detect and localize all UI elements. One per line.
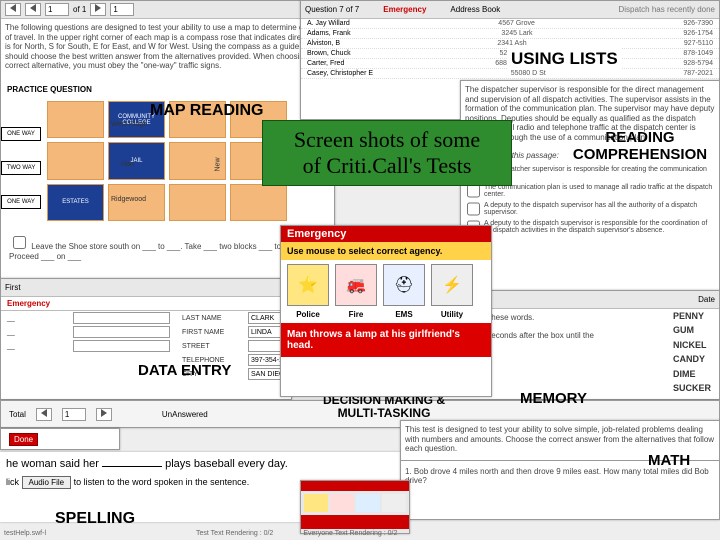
zoom-input[interactable] [110, 3, 134, 16]
entry-generic-label: __ [7, 315, 67, 322]
lists-header: Question 7 of 7 Emergency Address Book D… [301, 1, 719, 19]
agency-icons: ⭐ 🚒 ⛑ ⚡ [281, 260, 491, 310]
twoway-sign: TWO WAY [1, 161, 41, 175]
page-of: of 1 [73, 5, 86, 14]
data-entry-panel: First Emergency __ __ __ LAST NAME FIRST… [0, 278, 292, 400]
label-map-reading: MAP READING [150, 102, 264, 120]
last-name-label: LAST NAME [182, 315, 242, 322]
label-data-entry: DATA ENTRY [138, 362, 231, 379]
agency-labels: Police Fire EMS Utility [281, 310, 491, 323]
decision-panel: Emergency Use mouse to select correct ag… [280, 225, 492, 397]
police-label: Police [287, 310, 329, 319]
footer-page[interactable] [62, 408, 86, 421]
practice-label: PRACTICE QUESTION [1, 85, 334, 94]
page-input[interactable] [45, 3, 69, 16]
street-westridge: West Ridge [111, 121, 147, 128]
green-caption: Screen shots of some of Criti.Call's Tes… [262, 120, 512, 186]
math-panel: This test is designed to test your abili… [400, 420, 720, 520]
entry-toolbar: First [1, 279, 291, 297]
status-file3: Everyone Text Rendering : 0/2 [303, 530, 397, 540]
entry-field[interactable] [73, 340, 170, 352]
footer-prev[interactable] [36, 408, 52, 421]
lists-notice: Dispatch has recently done [619, 5, 716, 14]
next-button[interactable] [90, 3, 106, 16]
entry-generic-label: __ [7, 343, 67, 350]
street-label: STREET [182, 343, 242, 350]
first-button[interactable] [5, 3, 21, 16]
spelling-sentence: he woman said her plays baseball every d… [0, 452, 400, 476]
map-toolbar: of 1 [1, 1, 334, 19]
opt-check[interactable] [467, 184, 480, 198]
decision-scenario: Man throws a lamp at his girlfriend's he… [281, 323, 491, 357]
status-bar: testHelp.swf-l Test Text Rendering : 0/2… [0, 530, 720, 540]
prev-button[interactable] [25, 3, 41, 16]
utility-label: Utility [431, 310, 473, 319]
entry-generic-label: __ [7, 329, 67, 336]
oneway-sign-2: ONE WAY [1, 195, 41, 209]
reading-opt-4[interactable]: A deputy to the dispatch supervisor is r… [461, 218, 719, 236]
opt-check[interactable] [467, 202, 480, 216]
lists-addrbook: Address Book [450, 5, 500, 14]
green-line1: Screen shots of some [273, 127, 501, 153]
utility-icon[interactable]: ⚡ [431, 264, 473, 306]
audio-file-button[interactable]: Audio File [22, 476, 72, 489]
footer-total: Total [9, 410, 26, 419]
lists-question-hdr: Question 7 of 7 [305, 5, 359, 14]
map-estates: ESTATES [47, 184, 104, 221]
decision-emergency-title: Emergency [281, 226, 491, 242]
fire-label: Fire [335, 310, 377, 319]
map-intro-text: The following questions are designed to … [1, 19, 334, 85]
street-ridgewood: Ridgewood [111, 196, 146, 203]
label-math: MATH [648, 452, 690, 469]
label-using-lists: USING LISTS [507, 48, 622, 70]
fire-icon[interactable]: 🚒 [335, 264, 377, 306]
status-file1: testHelp.swf-l [4, 530, 46, 540]
label-memory: MEMORY [520, 390, 587, 407]
ems-icon[interactable]: ⛑ [383, 264, 425, 306]
done-bar: Done [0, 428, 120, 450]
spelling-blank[interactable] [102, 466, 162, 467]
entry-field[interactable] [73, 312, 170, 324]
label-spelling: SPELLING [55, 510, 135, 528]
status-file2: Test Text Rendering : 0/2 [196, 530, 273, 540]
list-row: A. Jay Willard4567 Grove926-7390 [301, 19, 719, 29]
q2-check[interactable] [13, 236, 26, 249]
first-name-label: FIRST NAME [182, 329, 242, 336]
list-row: Adams, Frank3245 Lark926-1754 [301, 29, 719, 39]
ems-label: EMS [383, 310, 425, 319]
label-reading-comp: READING COMPREHENSION [560, 130, 720, 163]
entry-field[interactable] [73, 326, 170, 338]
entry-emergency: Emergency [1, 297, 291, 311]
footer-unanswered: UnAnswered [162, 410, 208, 419]
lists-emergency: Emergency [383, 5, 426, 14]
street-new: New [215, 157, 222, 171]
reading-panel: The dispatcher supervisor is responsible… [460, 80, 720, 320]
reading-opt-3[interactable]: A deputy to the dispatch supervisor has … [461, 200, 719, 218]
green-line2: of Criti.Call's Tests [273, 153, 501, 179]
street-hart: Hart [121, 161, 134, 168]
map-q2: Leave the Shoe store south on ___ to ___… [5, 229, 325, 266]
map-jail: JAIL [108, 142, 165, 179]
oneway-sign-1: ONE WAY [1, 127, 41, 141]
memory-words: PENNYGUM NICKELCANDY DIMESUCKER [673, 309, 711, 395]
thumbnail-panel [300, 480, 410, 534]
decision-instruction: Use mouse to select correct agency. [281, 242, 491, 260]
police-icon[interactable]: ⭐ [287, 264, 329, 306]
label-decision: DECISION MAKING & MULTI-TASKING [304, 394, 464, 420]
footer-next[interactable] [96, 408, 112, 421]
memory-date: Date [698, 295, 715, 304]
done-button[interactable]: Done [9, 433, 38, 446]
list-row: Casey, Christopher E55080 D St787-2021 [301, 69, 719, 79]
